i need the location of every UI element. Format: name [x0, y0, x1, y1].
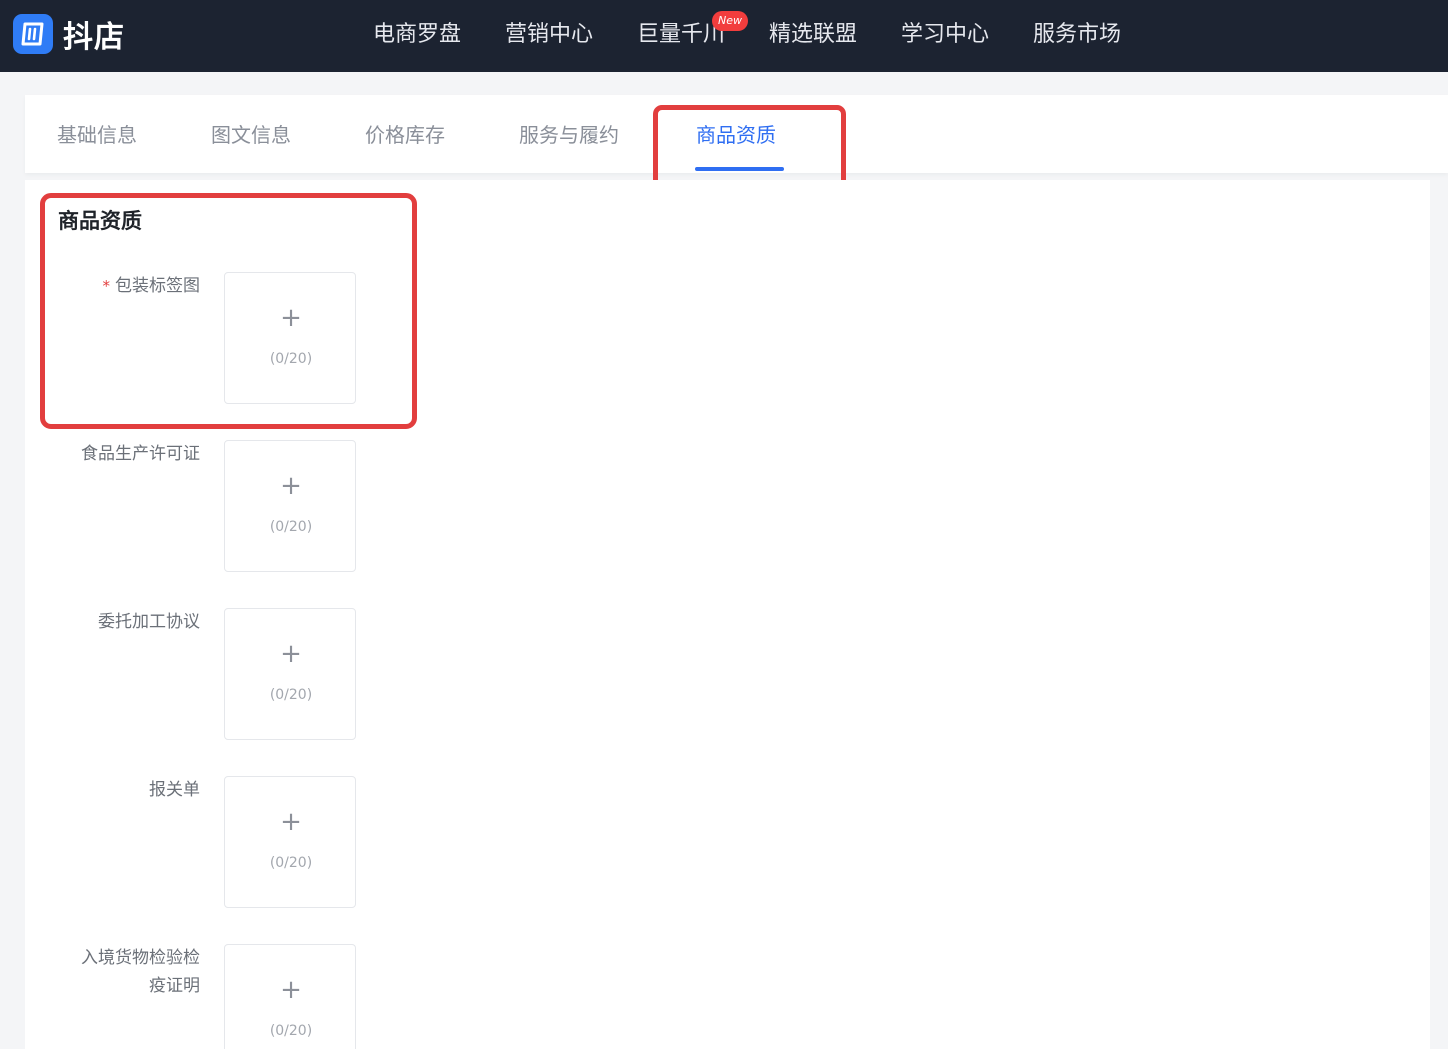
nav-item-alliance[interactable]: 精选联盟: [769, 20, 857, 50]
app-name: 抖店: [63, 20, 125, 55]
upload-inspection-certificate[interactable]: + (0/20): [224, 944, 356, 1049]
plus-icon: +: [280, 807, 302, 837]
field-label-inspection-certificate: 入境货物检验检 疫证明: [0, 944, 200, 1000]
nav-item-learning[interactable]: 学习中心: [901, 20, 989, 50]
app-logo[interactable]: 抖店: [13, 12, 125, 56]
plus-icon: +: [280, 975, 302, 1005]
field-label-food-license: 食品生产许可证: [81, 444, 200, 464]
tab-service-fulfillment[interactable]: 服务与履约: [519, 120, 619, 150]
upload-food-license[interactable]: + (0/20): [224, 440, 356, 572]
upload-count: (0/20): [269, 519, 313, 535]
tab-graphic-info[interactable]: 图文信息: [211, 120, 291, 150]
field-label-processing-agreement: 委托加工协议: [98, 612, 200, 632]
upload-count: (0/20): [269, 1023, 313, 1039]
plus-icon: +: [280, 471, 302, 501]
new-badge: New: [712, 11, 748, 31]
upload-processing-agreement[interactable]: + (0/20): [224, 608, 356, 740]
tab-price-stock[interactable]: 价格库存: [365, 120, 445, 150]
nav-item-service-market[interactable]: 服务市场: [1033, 20, 1121, 50]
field-label-customs-declaration: 报关单: [149, 780, 200, 800]
field-label-line1: 入境货物检验检: [81, 948, 200, 968]
upload-count: (0/20): [269, 687, 313, 703]
plus-icon: +: [280, 639, 302, 669]
tab-basic-info[interactable]: 基础信息: [57, 120, 137, 150]
nav-item-compass[interactable]: 电商罗盘: [373, 20, 461, 50]
upload-customs-declaration[interactable]: + (0/20): [224, 776, 356, 908]
section-highlight-box: [40, 193, 417, 429]
nav-item-marketing[interactable]: 营销中心: [505, 20, 593, 50]
upload-count: (0/20): [269, 855, 313, 871]
tab-highlight-box: [653, 105, 846, 189]
field-label-line2: 疫证明: [149, 976, 200, 996]
app-logo-icon: [13, 14, 53, 54]
